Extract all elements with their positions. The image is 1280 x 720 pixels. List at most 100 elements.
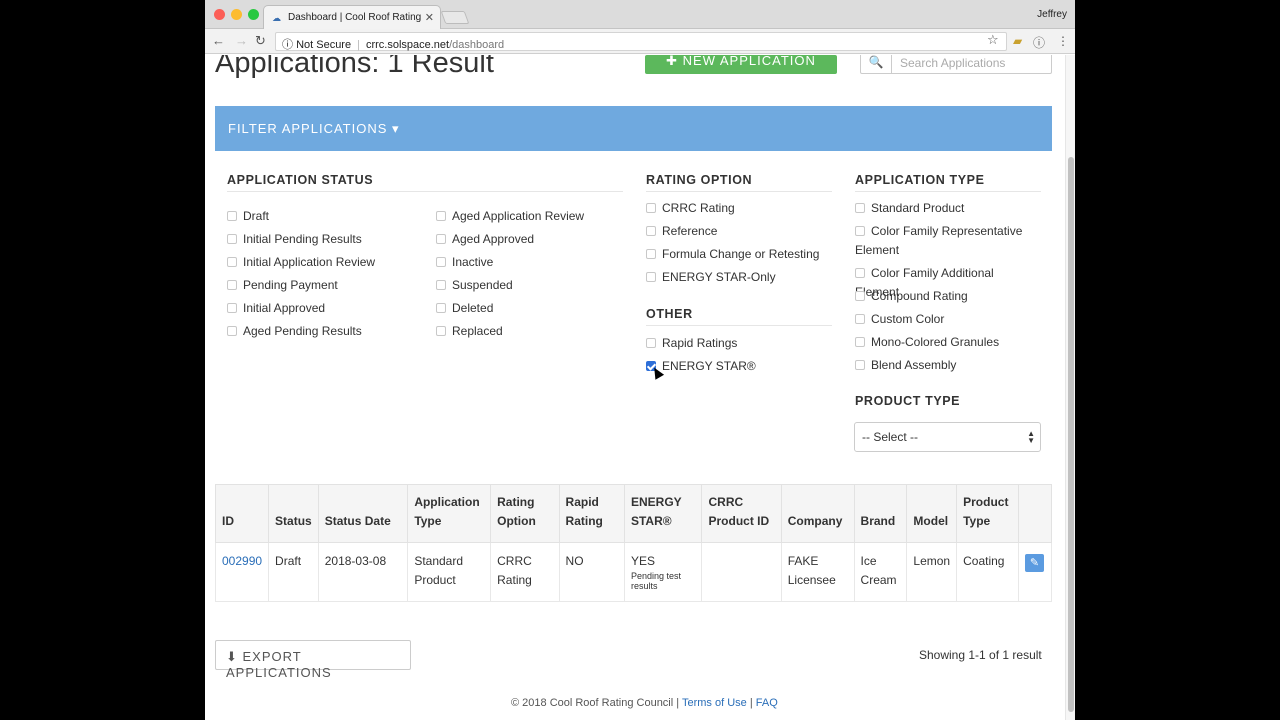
column-header: Application Type	[407, 484, 492, 543]
filter-checkbox[interactable]: Initial Pending Results	[227, 231, 362, 248]
company-cell: FAKE Licensee	[780, 542, 855, 602]
url-path: /dashboard	[449, 39, 505, 51]
filter-checkbox[interactable]: Compound Rating	[855, 287, 1040, 306]
checkbox-icon[interactable]	[436, 234, 446, 244]
scrollbar-thumb[interactable]	[1068, 157, 1074, 712]
plus-icon: ✚	[666, 55, 683, 68]
zoom-window-button[interactable]	[248, 9, 259, 20]
filter-checkbox[interactable]: Rapid Ratings	[646, 335, 737, 352]
filter-checkbox[interactable]: ENERGY STAR-Only	[646, 269, 776, 286]
rating-option-heading: RATING OPTION	[646, 173, 753, 187]
checkbox-icon[interactable]	[855, 337, 865, 347]
filter-checkbox[interactable]: Aged Approved	[436, 231, 534, 248]
search-icon[interactable]: 🔍	[860, 55, 892, 74]
applications-table: ID Status Status Date Application Type Ratin…	[214, 484, 1053, 602]
checkbox-icon[interactable]	[855, 314, 865, 324]
checkbox-label: Draft	[243, 209, 270, 223]
results-count: Showing 1-1 of 1 result	[919, 648, 1042, 662]
filter-checkbox[interactable]: Aged Application Review	[436, 208, 584, 225]
checkbox-icon[interactable]	[227, 234, 237, 244]
checkbox-icon[interactable]	[436, 257, 446, 267]
checkbox-icon[interactable]	[646, 226, 656, 236]
bookmark-star-icon[interactable]: ☆	[987, 32, 999, 48]
checkbox-icon[interactable]	[646, 249, 656, 259]
info-icon[interactable]: ⓘ	[282, 39, 293, 51]
filter-checkbox[interactable]: Draft	[227, 208, 269, 225]
product-type-select[interactable]: -- Select -- ▲ ▼	[854, 422, 1041, 452]
footer-separator: |	[749, 697, 753, 709]
checkbox-icon[interactable]	[436, 326, 446, 336]
filter-checkbox[interactable]: Pending Payment	[227, 277, 338, 294]
info-circle-icon[interactable]: ⓘ	[1033, 34, 1045, 51]
checkbox-icon[interactable]	[436, 303, 446, 313]
browser-window: ☁ Dashboard | Cool Roof Rating ✕ Jeffrey…	[205, 0, 1075, 720]
filter-checkbox[interactable]: Formula Change or Retesting	[646, 246, 819, 263]
checkbox-icon[interactable]	[855, 268, 865, 278]
faq-link[interactable]: FAQ	[756, 697, 778, 709]
filter-checkbox[interactable]: Deleted	[436, 300, 493, 317]
checkbox-icon[interactable]	[227, 326, 237, 336]
filter-checkbox[interactable]: Replaced	[436, 323, 503, 340]
checkbox-icon[interactable]	[646, 338, 656, 348]
checkbox-label: Mono-Colored Granules	[871, 335, 1000, 349]
export-applications-button[interactable]: ⬇ EXPORT APPLICATIONS	[215, 640, 411, 680]
filter-checkbox[interactable]: Blend Assembly	[855, 356, 1040, 375]
checkbox-icon[interactable]	[855, 291, 865, 301]
extension-icon[interactable]: ▰	[1013, 34, 1022, 48]
application-type-cell: Standard Product	[407, 542, 492, 602]
filter-applications-toggle[interactable]: FILTER APPLICATIONS ▾	[215, 106, 1052, 151]
close-tab-icon[interactable]: ✕	[425, 11, 434, 24]
filter-checkbox[interactable]: CRRC Rating	[646, 200, 735, 217]
filter-checkbox[interactable]: Mono-Colored Granules	[855, 333, 1040, 352]
checkbox-label: Aged Approved	[452, 232, 535, 246]
browser-tab[interactable]: ☁ Dashboard | Cool Roof Rating ✕	[263, 5, 441, 29]
checkbox-label: Pending Payment	[243, 278, 338, 292]
status-date-cell: 2018-03-08	[317, 542, 409, 602]
menu-dots-icon[interactable]: ⋮	[1057, 34, 1069, 48]
filter-checkbox[interactable]: Standard Product	[855, 199, 1040, 218]
minimize-window-button[interactable]	[231, 9, 242, 20]
checkbox-label: Aged Pending Results	[243, 324, 362, 338]
checkbox-icon[interactable]	[855, 203, 865, 213]
filter-checkbox[interactable]: Color Family Representative Element	[855, 222, 1040, 260]
address-bar[interactable]: ⓘ Not Secure | crrc.solspace.net/dashboard	[275, 32, 1007, 51]
filter-checkbox[interactable]: Initial Approved	[227, 300, 325, 317]
filter-checkbox[interactable]: Aged Pending Results	[227, 323, 362, 340]
page-scrollbar[interactable]	[1065, 55, 1075, 720]
filter-checkbox[interactable]: Suspended	[436, 277, 513, 294]
status-cell: Draft	[268, 542, 319, 602]
filter-checkbox[interactable]: Initial Application Review	[227, 254, 375, 271]
checkbox-icon[interactable]	[227, 280, 237, 290]
checkbox-icon[interactable]	[855, 360, 865, 370]
checkbox-label: Standard Product	[871, 201, 965, 215]
checkbox-icon[interactable]	[646, 272, 656, 282]
new-tab-button[interactable]	[440, 11, 470, 24]
checkbox-icon[interactable]	[227, 303, 237, 313]
checkbox-label: Aged Application Review	[452, 209, 585, 223]
new-application-button[interactable]: ✚ NEW APPLICATION	[645, 55, 837, 74]
terms-of-use-link[interactable]: Terms of Use	[682, 697, 747, 709]
reload-icon[interactable]: ↻	[255, 33, 266, 49]
checkbox-icon[interactable]	[436, 211, 446, 221]
filter-checkbox[interactable]: Reference	[646, 223, 717, 240]
site-footer: © 2018 Cool Roof Rating Council | Terms …	[511, 697, 778, 709]
profile-name[interactable]: Jeffrey	[1037, 9, 1067, 20]
close-window-button[interactable]	[214, 9, 225, 20]
edit-pencil-icon[interactable]: ✎	[1024, 554, 1044, 572]
search-input[interactable]	[891, 55, 1052, 74]
application-id-link[interactable]: 002990	[222, 554, 262, 568]
checkbox-icon[interactable]	[855, 226, 865, 236]
filter-checkbox[interactable]: Inactive	[436, 254, 493, 271]
checkbox-icon[interactable]	[436, 280, 446, 290]
checkbox-icon[interactable]	[227, 257, 237, 267]
rapid-rating-cell: NO	[558, 542, 625, 602]
back-icon[interactable]: ←	[212, 33, 225, 48]
column-header: Status	[268, 484, 319, 543]
column-header: CRRC Product ID	[701, 484, 782, 543]
forward-icon[interactable]: →	[235, 33, 248, 48]
checkbox-label: Compound Rating	[871, 289, 968, 303]
checkbox-icon[interactable]	[646, 203, 656, 213]
checkbox-icon[interactable]	[227, 211, 237, 221]
divider	[646, 191, 832, 192]
filter-checkbox[interactable]: Custom Color	[855, 310, 1040, 329]
